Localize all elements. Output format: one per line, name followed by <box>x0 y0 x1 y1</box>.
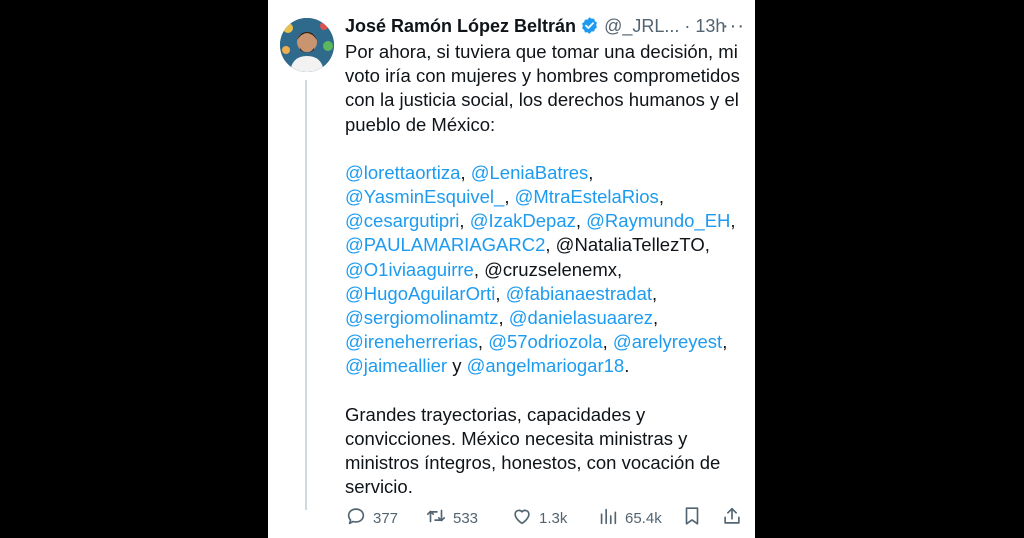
mention-separator: , <box>602 331 613 353</box>
tweet-intro: Por ahora, si tuviera que tomar una deci… <box>345 41 740 135</box>
mention-separator: , <box>653 307 659 329</box>
views-button[interactable]: 65.4k <box>597 505 662 531</box>
timestamp[interactable]: 13h <box>695 16 725 36</box>
thread-line <box>305 80 307 510</box>
mention-link[interactable]: @danielasuaarez <box>509 307 653 328</box>
mention-link[interactable]: @angelmariogar18 <box>467 355 625 376</box>
action-bar: 377 533 1.3k 65.4k <box>345 505 745 531</box>
mention-separator: , <box>459 210 470 232</box>
mention-link[interactable]: @PAULAMARIAGARC2 <box>345 234 545 255</box>
views-icon <box>597 505 619 531</box>
tweet-header: José Ramón López Beltrán @_JRL... · 13h … <box>345 14 745 38</box>
mention-separator: , @cruzselenemx, <box>473 258 623 280</box>
mention-link[interactable]: @cesargutipri <box>345 210 459 231</box>
mention-link[interactable]: @57odriozola <box>488 331 602 352</box>
tweet-card[interactable]: José Ramón López Beltrán @_JRL... · 13h … <box>268 0 755 538</box>
like-button[interactable]: 1.3k <box>511 505 567 531</box>
mention-separator: , <box>730 210 736 232</box>
mention-separator: , <box>588 161 594 183</box>
repost-button[interactable]: 533 <box>425 505 478 531</box>
reply-icon <box>345 505 367 531</box>
mention-link[interactable]: @HugoAguilarOrti <box>345 283 495 304</box>
share-icon <box>721 505 743 531</box>
mention-link[interactable]: @arelyreyest <box>613 331 722 352</box>
mention-link[interactable]: @sergiomolinamtz <box>345 307 498 328</box>
mention-separator: . <box>624 355 630 377</box>
bookmark-button[interactable] <box>681 505 703 531</box>
mention-link[interactable]: @fabianaestradat <box>506 283 652 304</box>
mention-separator: , <box>477 331 489 353</box>
tweet-text: Por ahora, si tuviera que tomar una deci… <box>345 40 747 499</box>
reply-count: 377 <box>373 509 399 527</box>
mention-separator: , <box>575 210 587 232</box>
mention-link[interactable]: @lorettaortiza <box>345 162 460 183</box>
more-icon[interactable]: ··· <box>722 14 745 38</box>
author-handle[interactable]: @_JRL... <box>604 16 679 36</box>
mention-separator: , <box>722 331 728 353</box>
mention-separator: , <box>652 282 658 304</box>
repost-count: 533 <box>453 509 479 527</box>
share-button[interactable] <box>721 505 743 531</box>
separator-dot: · <box>684 16 691 36</box>
mention-separator: , <box>658 186 664 208</box>
repost-icon <box>425 505 447 531</box>
like-icon <box>511 505 533 531</box>
mention-separator: , <box>495 282 506 304</box>
mention-link[interactable]: @O1iviaaguirre <box>345 259 474 280</box>
mention-list: @lorettaortiza, @LeniaBatres, @YasminEsqu… <box>345 161 747 379</box>
mention-separator: , <box>504 186 515 208</box>
tweet-closing: Grandes trayectorias, capacidades y conv… <box>345 403 721 498</box>
mention-link[interactable]: @Raymundo_EH <box>586 210 730 231</box>
mention-separator: , <box>460 161 471 183</box>
verified-badge-icon <box>580 16 599 41</box>
mention-link[interactable]: @YasminEsquivel_ <box>345 186 504 207</box>
reply-button[interactable]: 377 <box>345 505 398 531</box>
mention-link[interactable]: @ireneherrerias <box>345 331 478 352</box>
author-name[interactable]: José Ramón López Beltrán <box>345 16 576 36</box>
mention-separator: , <box>498 307 509 329</box>
mention-link[interactable]: @MtraEstelaRios <box>515 186 659 207</box>
mention-link[interactable]: @jaimeallier <box>345 355 447 376</box>
mention-link[interactable]: @LeniaBatres <box>471 162 589 183</box>
mention-separator: , @NataliaTellezTO, <box>545 234 710 256</box>
like-count: 1.3k <box>539 509 568 527</box>
bookmark-icon <box>681 505 703 531</box>
avatar[interactable] <box>280 18 334 72</box>
mention-separator: y <box>447 355 467 377</box>
views-count: 65.4k <box>625 509 662 527</box>
mention-link[interactable]: @IzakDepaz <box>470 210 576 231</box>
